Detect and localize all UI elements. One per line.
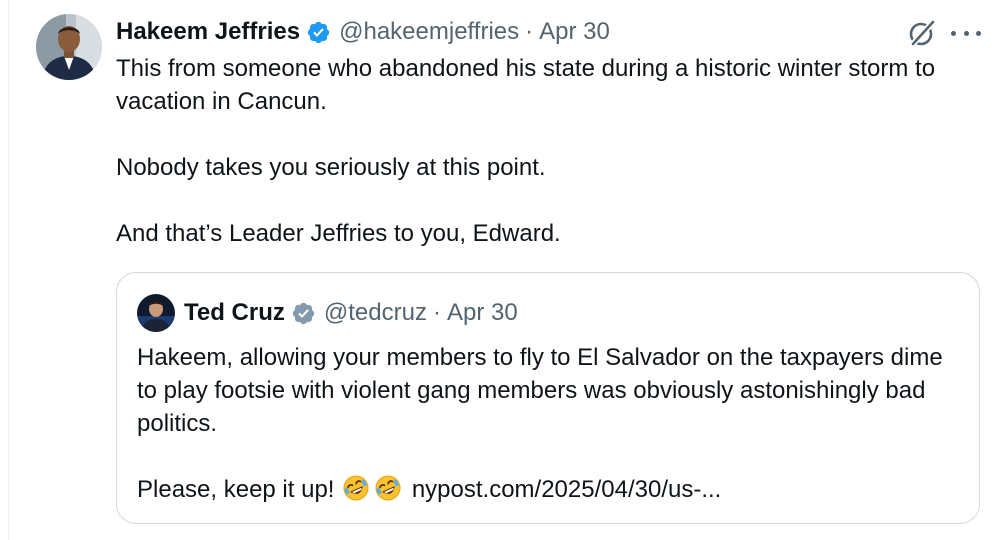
quoted-author-name[interactable]: Ted Cruz [184,299,285,327]
tweet-text-line: And that’s Leader Jeffries to you, Edwar… [116,220,561,247]
rofl-emoji-icon [373,474,403,502]
author-name[interactable]: Hakeem Jeffries [116,18,300,46]
quoted-tweet-text: Hakeem, allowing your members to fly to … [137,341,967,506]
quoted-tweet-text-line: Hakeem, allowing your members to fly to … [137,344,943,437]
tweet[interactable]: Hakeem Jeffries @hakeemjeffries · Apr 30… [0,0,1000,540]
quoted-tweet-link[interactable]: nypost.com/2025/04/30/us-... [412,476,722,503]
tweet-date[interactable]: Apr 30 [539,18,610,46]
quoted-tweet-card[interactable]: Ted Cruz @tedcruz · Apr 30 Hakeem, allow… [116,272,980,524]
author-avatar[interactable] [36,14,102,80]
rofl-emoji-icon [341,474,371,502]
quoted-author-avatar[interactable] [137,294,175,332]
verified-badge-icon [306,20,331,45]
tweet-text-line: This from someone who abandoned his stat… [116,55,936,115]
quoted-tweet-last-line: Please, keep it up! nypost.com/2025/04/3… [137,473,967,506]
author-handle[interactable]: @hakeemjeffries [339,18,519,46]
quoted-tweet-date[interactable]: Apr 30 [447,299,518,327]
quoted-author-handle[interactable]: @tedcruz [324,299,427,327]
tweet-text-line: Nobody takes you seriously at this point… [116,154,546,181]
separator-dot: · [525,18,534,45]
more-options-icon[interactable] [951,18,981,48]
tweet-header: Hakeem Jeffries @hakeemjeffries · Apr 30 [116,14,610,50]
tweet-text: This from someone who abandoned his stat… [116,52,986,250]
separator-dot: · [432,299,441,326]
grok-icon[interactable] [906,18,938,48]
quoted-tweet-text-line: Please, keep it up! [137,476,335,503]
government-verified-badge-icon [291,301,316,326]
quoted-tweet-header: Ted Cruz @tedcruz · Apr 30 [137,293,518,333]
